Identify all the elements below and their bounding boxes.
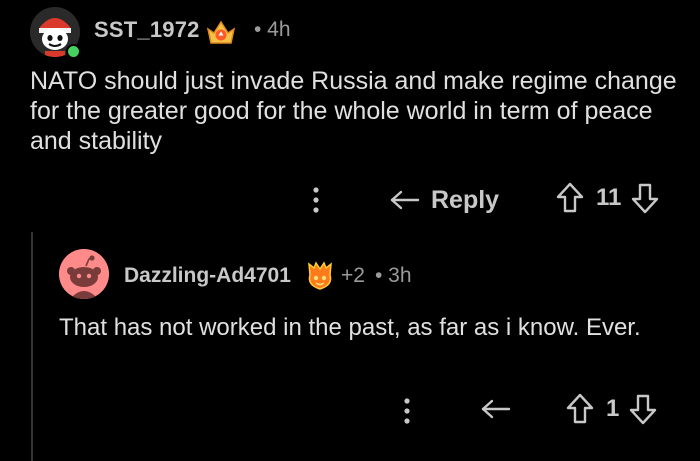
reply-timestamp: • 3h: [375, 264, 412, 287]
reply-vote-control: 1: [566, 393, 657, 425]
comment-timestamp: • 4h: [254, 18, 291, 41]
reply-vote-count: 1: [606, 395, 620, 422]
more-options-icon[interactable]: [402, 397, 412, 425]
comment-author[interactable]: SST_1972: [94, 17, 200, 43]
default-snoo-avatar-icon: [59, 249, 109, 299]
reply-button[interactable]: Reply: [389, 180, 499, 220]
comment-body: NATO should just invade Russia and make …: [30, 67, 677, 155]
reply-user-avatar[interactable]: [59, 249, 109, 299]
vote-control: 11: [556, 182, 659, 214]
downvote-icon[interactable]: [631, 182, 659, 214]
comment-thread: SST_1972 • 4h NATO should just invade Ru…: [0, 0, 700, 461]
downvote-icon[interactable]: [629, 393, 657, 425]
online-status-indicator: [66, 44, 81, 59]
reply-label: Reply: [431, 185, 500, 214]
comment-actions: Reply 11: [0, 180, 700, 220]
reply-body: That has not worked in the past, as far …: [59, 314, 641, 341]
award-badge-icon[interactable]: [306, 261, 334, 291]
award-badge-icon[interactable]: [206, 19, 236, 45]
award-count: +2: [341, 264, 365, 287]
reply-arrow-icon[interactable]: [480, 397, 512, 423]
upvote-icon[interactable]: [556, 182, 584, 214]
more-options-icon[interactable]: [311, 186, 321, 214]
vote-count: 11: [596, 184, 622, 211]
upvote-icon[interactable]: [566, 393, 594, 425]
reply-author[interactable]: Dazzling-Ad4701: [124, 264, 291, 288]
reply-arrow-icon: [390, 190, 420, 210]
reply-actions: 1: [0, 391, 700, 431]
